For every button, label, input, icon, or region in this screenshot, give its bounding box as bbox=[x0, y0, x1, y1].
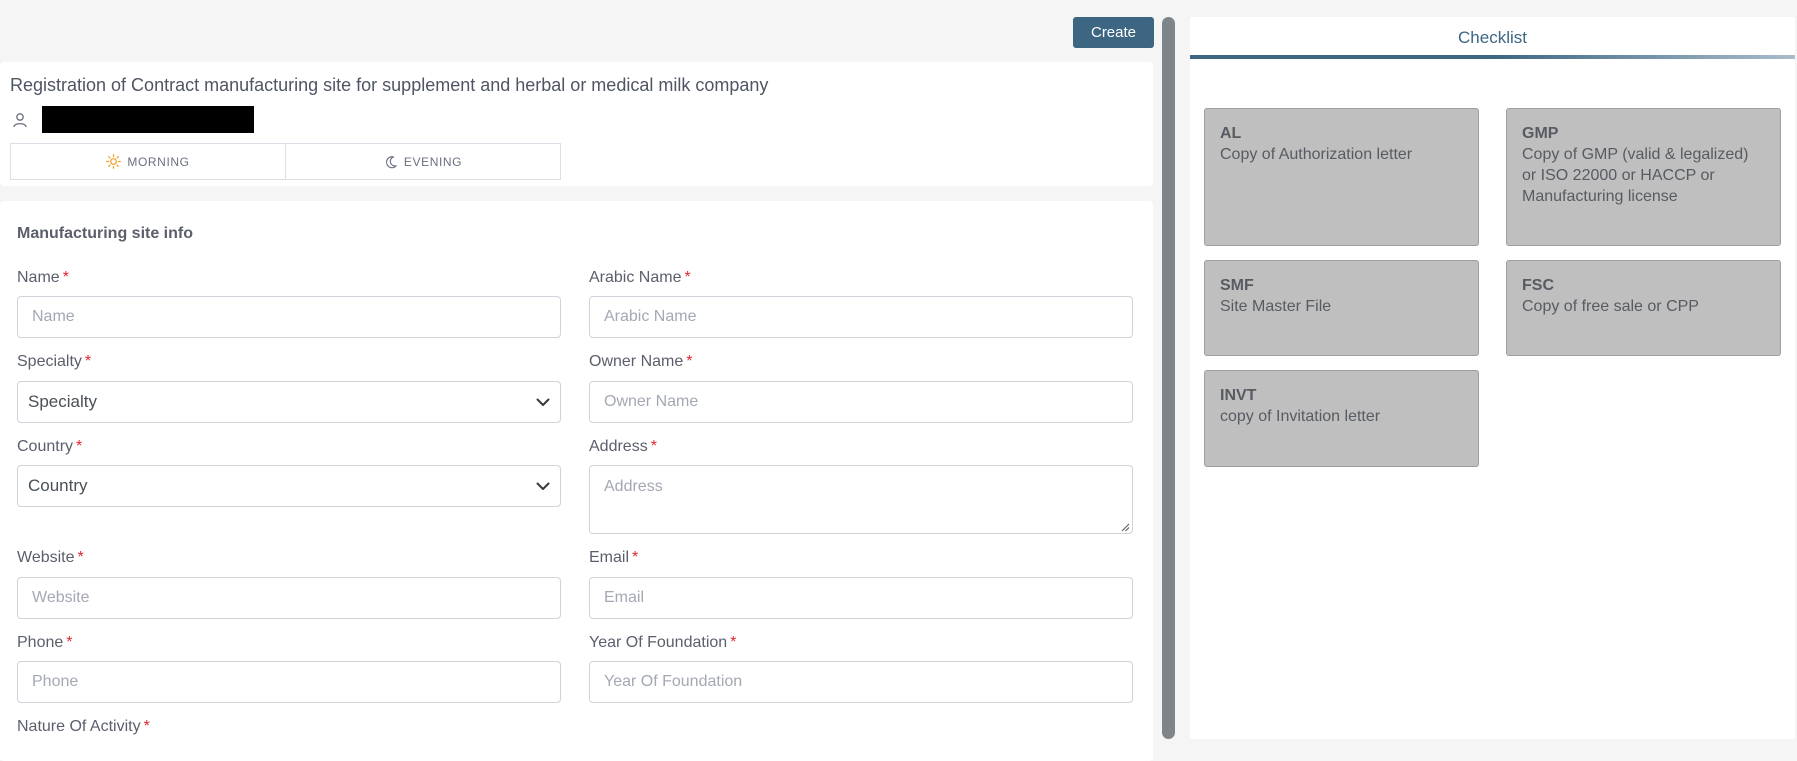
arabic-name-input[interactable] bbox=[589, 296, 1133, 338]
country-select-value: Country bbox=[28, 476, 88, 495]
specialty-select[interactable]: Specialty bbox=[17, 381, 561, 423]
name-input[interactable] bbox=[17, 296, 561, 338]
required-mark: * bbox=[686, 353, 693, 370]
shift-morning-label: MORNING bbox=[127, 154, 190, 169]
checklist-item-description: Site Master File bbox=[1220, 298, 1332, 315]
checklist-item-fsc[interactable]: FSC Copy of free sale or CPP bbox=[1506, 260, 1781, 356]
address-textarea[interactable] bbox=[589, 465, 1133, 534]
checklist-item-code: FSC bbox=[1522, 277, 1554, 294]
checklist-item-code: SMF bbox=[1220, 277, 1254, 294]
main-scrollbar[interactable] bbox=[1162, 17, 1175, 739]
owner-name-label: Owner Name * bbox=[589, 353, 693, 370]
checklist-item-gmp[interactable]: GMP Copy of GMP (valid & legalized) or I… bbox=[1506, 108, 1781, 246]
main-content: Create Registration of Contract manufact… bbox=[0, 0, 1155, 761]
year-of-foundation-label: Year Of Foundation * bbox=[589, 634, 737, 651]
required-mark: * bbox=[143, 718, 150, 735]
page-title: Registration of Contract manufacturing s… bbox=[10, 75, 769, 95]
required-mark: * bbox=[730, 634, 737, 651]
checklist-item-smf[interactable]: SMF Site Master File bbox=[1204, 260, 1479, 356]
tab-checklist[interactable]: Checklist bbox=[1190, 17, 1795, 59]
tab-active-indicator bbox=[1190, 55, 1795, 59]
country-label: Country * bbox=[17, 438, 83, 455]
shift-morning-button[interactable]: MORNING bbox=[11, 144, 285, 179]
shift-evening-button[interactable]: EVENING bbox=[285, 144, 560, 179]
required-mark: * bbox=[650, 438, 657, 455]
resize-handle-icon[interactable] bbox=[1120, 522, 1130, 532]
required-mark: * bbox=[62, 269, 69, 286]
shift-toggle: MORNING EVENING bbox=[10, 143, 561, 180]
owner-name-input[interactable] bbox=[589, 381, 1133, 423]
checklist-item-code: GMP bbox=[1522, 125, 1559, 142]
required-mark: * bbox=[684, 269, 691, 286]
checklist-item-code: AL bbox=[1220, 125, 1242, 142]
address-label: Address * bbox=[589, 438, 657, 455]
moon-icon bbox=[385, 155, 397, 168]
country-select[interactable]: Country bbox=[17, 465, 561, 507]
checklist-item-description: copy of Invitation letter bbox=[1220, 408, 1381, 425]
checklist-item-code: INVT bbox=[1220, 387, 1257, 404]
email-label: Email * bbox=[589, 549, 639, 566]
website-label: Website * bbox=[17, 549, 84, 566]
specialty-select-value: Specialty bbox=[28, 392, 97, 411]
checklist-item-al[interactable]: AL Copy of Authorization letter bbox=[1204, 108, 1479, 246]
redacted-user-name bbox=[42, 106, 254, 133]
checklist-item-description: Copy of Authorization letter bbox=[1220, 146, 1413, 163]
request-header: Registration of Contract manufacturing s… bbox=[0, 62, 1153, 186]
user-row bbox=[12, 106, 254, 133]
website-input[interactable] bbox=[17, 577, 561, 619]
sun-icon bbox=[106, 154, 122, 169]
arabic-name-label: Arabic Name * bbox=[589, 269, 691, 286]
shift-evening-label: EVENING bbox=[403, 154, 463, 169]
manufacturing-site-form: Manufacturing site info Name* Arabic Nam… bbox=[0, 201, 1153, 761]
user-icon bbox=[13, 112, 27, 127]
phone-label: Phone * bbox=[17, 634, 73, 651]
checklist-item-description: Copy of free sale or CPP bbox=[1522, 298, 1699, 315]
required-mark: * bbox=[66, 634, 73, 651]
chevron-down-icon bbox=[536, 482, 550, 490]
checklist-item-invt[interactable]: INVT copy of Invitation letter bbox=[1204, 370, 1479, 467]
section-title: Manufacturing site info bbox=[17, 225, 193, 242]
specialty-label: Specialty * bbox=[17, 353, 92, 370]
create-button[interactable]: Create bbox=[1073, 17, 1154, 48]
nature-of-activity-label: Nature Of Activity * bbox=[17, 718, 150, 735]
checklist-panel: Checklist AL Copy of Authorization lette… bbox=[1190, 17, 1795, 739]
year-of-foundation-input[interactable] bbox=[589, 661, 1133, 703]
email-input[interactable] bbox=[589, 577, 1133, 619]
checklist-item-description: Copy of GMP (valid & legalized) or ISO 2… bbox=[1522, 146, 1749, 205]
chevron-down-icon bbox=[536, 398, 550, 406]
required-mark: * bbox=[632, 549, 639, 566]
name-label: Name * bbox=[17, 269, 69, 286]
phone-input[interactable] bbox=[17, 661, 561, 703]
required-mark: * bbox=[77, 549, 84, 566]
required-mark: * bbox=[76, 438, 83, 455]
required-mark: * bbox=[84, 353, 92, 370]
